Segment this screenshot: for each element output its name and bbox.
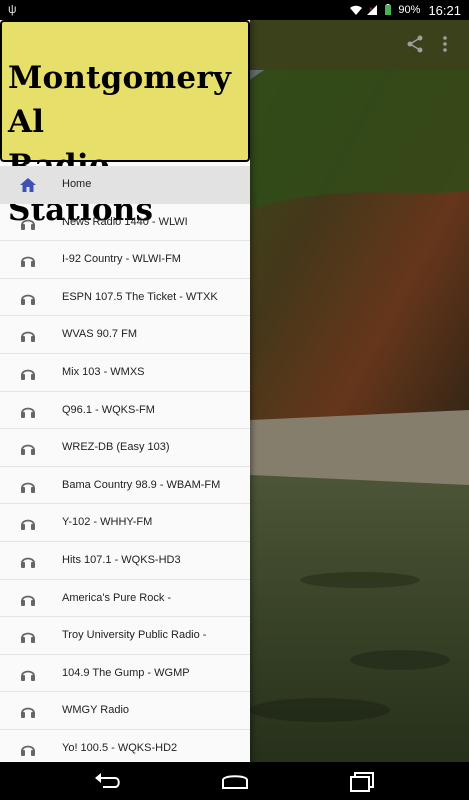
screen: ψ x 90% 16:21 Montgomery Al Radio Statio…	[0, 0, 469, 800]
recents-icon[interactable]	[347, 770, 377, 792]
nav-item-label: WREZ-DB (Easy 103)	[62, 441, 170, 454]
headphones-icon	[19, 740, 37, 758]
nav-item-label: Home	[62, 178, 92, 190]
nav-item-label: Troy University Public Radio -	[62, 629, 207, 642]
nav-item[interactable]: ESPN 107.5 The Ticket - WTXK	[0, 279, 250, 317]
headphones-icon	[19, 364, 37, 382]
home-icon	[19, 176, 37, 194]
battery-percent: 90%	[398, 4, 421, 16]
nav-item-label: News Radio 1440 - WLWI	[62, 215, 188, 228]
station-list: Home News Radio 1440 - WLWI I-92 Country -…	[0, 166, 250, 762]
headphones-icon	[19, 590, 37, 608]
headphones-icon	[19, 477, 37, 495]
nav-item-label: Yo! 100.5 - WQKS-HD2	[62, 741, 178, 754]
nav-item-label: Q96.1 - WQKS-FM	[62, 403, 155, 416]
usb-icon: ψ	[8, 2, 17, 16]
headphones-icon	[19, 627, 37, 645]
headphones-icon	[19, 326, 37, 344]
headphones-icon	[19, 214, 37, 232]
battery-icon	[385, 4, 392, 15]
nav-item-label: I-92 Country - WLWI-FM	[62, 253, 181, 266]
nav-item[interactable]: Home	[0, 166, 250, 204]
nav-item-label: WMGY Radio	[62, 704, 130, 717]
nav-item[interactable]: I-92 Country - WLWI-FM	[0, 241, 250, 279]
svg-text:x: x	[369, 6, 373, 13]
nav-item[interactable]: Mix 103 - WMXS	[0, 354, 250, 392]
drawer-header: Montgomery Al Radio Stations	[0, 20, 250, 228]
nav-item[interactable]: Bama Country 98.9 - WBAM-FM	[0, 467, 250, 505]
nav-item-label: Y-102 - WHHY-FM	[62, 516, 153, 529]
headphones-icon	[19, 702, 37, 720]
status-bar: ψ x 90% 16:21	[0, 0, 469, 20]
nav-item[interactable]: 104.9 The Gump - WGMP	[0, 655, 250, 693]
nav-item-label: America's Pure Rock -	[62, 591, 172, 604]
wifi-icon	[350, 5, 363, 15]
nav-item[interactable]: Y-102 - WHHY-FM	[0, 504, 250, 542]
back-icon[interactable]	[93, 770, 123, 792]
headphones-icon	[19, 402, 37, 420]
nav-item[interactable]: Hits 107.1 - WQKS-HD3	[0, 542, 250, 580]
nav-item-label: WVAS 90.7 FM	[62, 328, 137, 341]
nav-item[interactable]: Q96.1 - WQKS-FM	[0, 392, 250, 430]
headphones-icon	[19, 514, 37, 532]
headphones-icon	[19, 289, 37, 307]
nav-item[interactable]: WREZ-DB (Easy 103)	[0, 429, 250, 467]
nav-item[interactable]: News Radio 1440 - WLWI	[0, 204, 250, 242]
navigation-drawer: Montgomery Al Radio Stations Home News Ra…	[0, 20, 250, 762]
nav-item[interactable]: Troy University Public Radio -	[0, 617, 250, 655]
nav-item-label: ESPN 107.5 The Ticket - WTXK	[62, 290, 218, 303]
nav-item-label: Mix 103 - WMXS	[62, 365, 145, 378]
system-nav-bar	[0, 762, 469, 800]
home-nav-icon[interactable]	[220, 770, 250, 792]
headphones-icon	[19, 251, 37, 269]
nav-item[interactable]: Yo! 100.5 - WQKS-HD2	[0, 730, 250, 762]
headphones-icon	[19, 665, 37, 683]
headphones-icon	[19, 552, 37, 570]
clock: 16:21	[428, 2, 461, 18]
nav-item[interactable]: WVAS 90.7 FM	[0, 316, 250, 354]
nav-item[interactable]: America's Pure Rock -	[0, 580, 250, 618]
nav-item-label: 104.9 The Gump - WGMP	[62, 666, 190, 679]
signal-icon: x	[367, 5, 378, 15]
nav-item-label: Hits 107.1 - WQKS-HD3	[62, 553, 181, 566]
headphones-icon	[19, 439, 37, 457]
nav-item[interactable]: WMGY Radio	[0, 692, 250, 730]
nav-item-label: Bama Country 98.9 - WBAM-FM	[62, 478, 221, 491]
